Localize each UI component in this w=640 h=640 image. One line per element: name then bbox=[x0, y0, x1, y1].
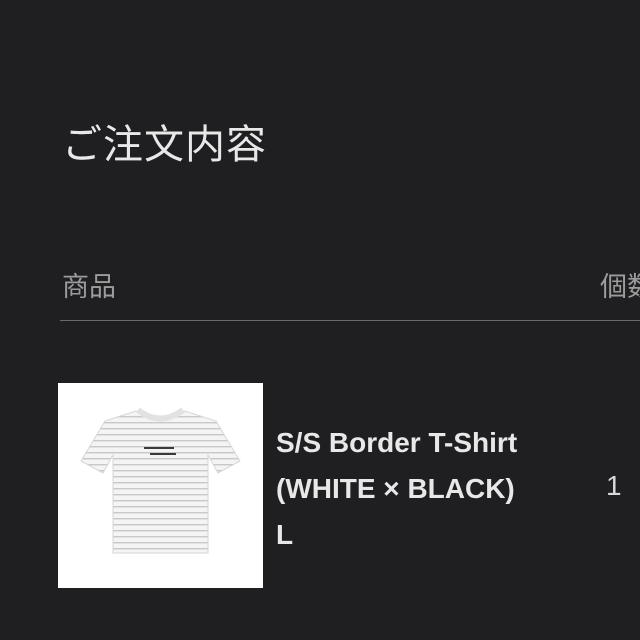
product-quantity: 1 bbox=[606, 470, 622, 501]
product-name-line2: (WHITE × BLACK) bbox=[276, 473, 515, 504]
product-name[interactable]: S/S Border T-Shirt (WHITE × BLACK) L bbox=[276, 420, 576, 558]
product-thumbnail[interactable] bbox=[58, 383, 263, 588]
column-header-quantity: 個数 bbox=[600, 272, 640, 303]
product-name-line1: S/S Border T-Shirt bbox=[276, 427, 518, 458]
column-header-product: 商品 bbox=[62, 272, 116, 303]
product-size: L bbox=[276, 519, 294, 550]
tshirt-icon bbox=[80, 407, 241, 554]
page-title: ご注文内容 bbox=[62, 122, 267, 168]
header-divider bbox=[60, 320, 640, 321]
